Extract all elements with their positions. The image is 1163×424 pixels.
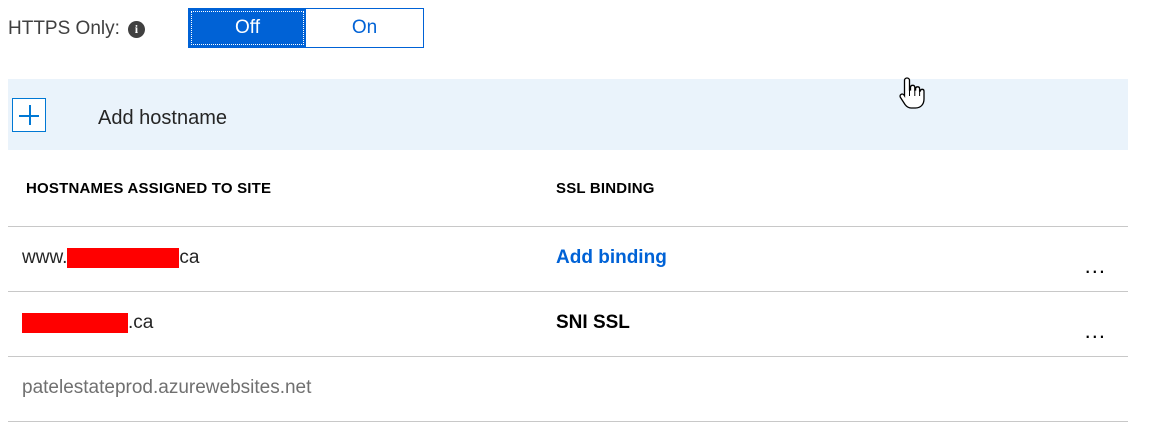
hostname-suffix: ca	[179, 247, 200, 268]
add-hostname-button[interactable]: Add hostname	[8, 79, 1128, 150]
hostname-cell: patelestateprod.azurewebsites.net	[22, 377, 311, 399]
add-binding-link[interactable]: Add binding	[556, 247, 667, 269]
table-row: patelestateprod.azurewebsites.net	[8, 357, 1128, 422]
toggle-off-option[interactable]: Off	[189, 9, 306, 47]
hand-cursor-icon	[899, 77, 925, 109]
header-hostnames: HOSTNAMES ASSIGNED TO SITE	[26, 179, 272, 197]
plus-icon	[12, 97, 46, 132]
hostname-cell: www. ca	[22, 247, 199, 269]
info-icon[interactable]: i	[127, 21, 145, 38]
more-options-icon[interactable]: ...	[1085, 255, 1106, 277]
table-header: HOSTNAMES ASSIGNED TO SITE SSL BINDING	[8, 150, 1128, 227]
https-only-label: HTTPS Only:	[8, 18, 120, 39]
header-ssl-binding: SSL BINDING	[556, 179, 655, 197]
hostname-suffix: .ca	[128, 312, 154, 333]
https-only-toggle[interactable]: Off On	[188, 8, 424, 48]
more-options-icon[interactable]: ...	[1085, 320, 1106, 342]
ssl-binding-value: SNI SSL	[556, 312, 630, 333]
toggle-on-option[interactable]: On	[306, 9, 423, 47]
redaction-mark	[67, 248, 180, 268]
hostname-cell: .ca	[22, 312, 153, 334]
table-row: .ca SNI SSL ...	[8, 292, 1128, 357]
redaction-mark	[22, 313, 128, 333]
hostname-prefix: www.	[22, 247, 68, 268]
add-hostname-label: Add hostname	[98, 107, 227, 129]
https-only-row: HTTPS Only: i	[8, 8, 145, 50]
table-row: www. ca Add binding ...	[8, 227, 1128, 292]
hostname-value: patelestateprod.azurewebsites.net	[22, 377, 312, 398]
hostnames-table: HOSTNAMES ASSIGNED TO SITE SSL BINDING w…	[8, 150, 1128, 422]
